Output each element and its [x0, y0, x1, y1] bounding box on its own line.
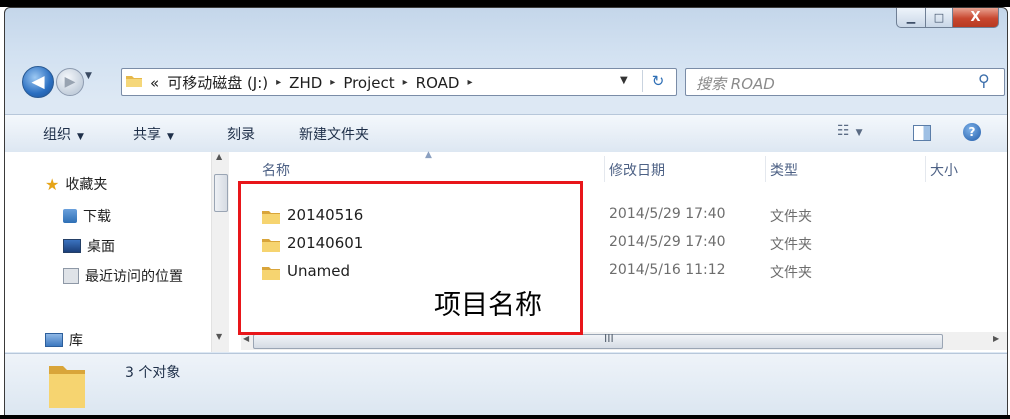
- nav-favorites[interactable]: ★ 收藏夹: [45, 174, 107, 194]
- chevron-down-icon: ▼: [77, 132, 84, 142]
- item-count: 3 个对象: [125, 365, 181, 381]
- maximize-button[interactable]: □: [926, 8, 953, 28]
- file-type: 文件夹: [770, 265, 812, 281]
- column-divider[interactable]: [604, 156, 605, 182]
- forward-arrow-icon: ▶: [64, 74, 76, 90]
- file-modified: 2014/5/29 17:40: [609, 234, 726, 250]
- screenshot: ▁ □ X ◀ ▶ ▼ « 可移动磁盘 (J:) ▸ ZHD ▸ Project…: [0, 0, 1010, 419]
- breadcrumb-drive[interactable]: 可移动磁盘 (J:): [167, 72, 268, 93]
- breadcrumb: « 可移动磁盘 (J:) ▸ ZHD ▸ Project ▸ ROAD ▸: [150, 72, 472, 93]
- search-box[interactable]: 搜索 ROAD ⚲: [685, 68, 1005, 96]
- bottom-border: [0, 415, 1010, 419]
- details-pane: 3 个对象: [5, 353, 1007, 416]
- view-list-icon: ☷: [837, 123, 850, 139]
- recent-places-icon: [63, 268, 79, 284]
- file-type: 文件夹: [770, 209, 812, 225]
- nav-libraries-label: 库: [69, 333, 83, 349]
- nav-desktop-label: 桌面: [87, 239, 115, 255]
- scroll-right-icon[interactable]: ▶: [993, 334, 999, 343]
- top-border: [0, 0, 1010, 7]
- chevron-down-icon: ▼: [167, 132, 174, 142]
- share-menu[interactable]: 共享 ▼: [133, 124, 174, 144]
- nav-favorites-label: 收藏夹: [65, 177, 108, 193]
- recent-pages-dropdown[interactable]: ▼: [85, 71, 92, 81]
- column-header-modified[interactable]: 修改日期: [609, 160, 665, 180]
- minimize-button[interactable]: ▁: [896, 8, 926, 28]
- column-divider[interactable]: [765, 156, 766, 182]
- address-bar[interactable]: « 可移动磁盘 (J:) ▸ ZHD ▸ Project ▸ ROAD ▸ ▼ …: [121, 68, 677, 96]
- command-bar: 组织 ▼ 共享 ▼ 刻录 新建文件夹 ☷ ▼ ?: [5, 114, 1007, 153]
- view-options-button[interactable]: ☷ ▼: [837, 123, 862, 139]
- downloads-folder-icon: [63, 209, 77, 223]
- breadcrumb-overflow[interactable]: «: [150, 74, 159, 92]
- window-caption-buttons: ▁ □ X: [896, 8, 999, 28]
- nav-downloads-label: 下载: [83, 209, 111, 225]
- nav-libraries[interactable]: 库: [45, 330, 83, 350]
- search-icon[interactable]: ⚲: [978, 71, 990, 90]
- annotation-label: 项目名称: [434, 290, 542, 321]
- nav-recent-places[interactable]: 最近访问的位置: [63, 266, 183, 286]
- scrollbar-thumb[interactable]: [214, 174, 228, 212]
- column-header-size[interactable]: 大小: [930, 160, 958, 180]
- scrollbar-grip: III: [604, 332, 614, 345]
- refresh-icon: ↻: [651, 72, 665, 90]
- close-button[interactable]: X: [953, 8, 999, 28]
- nav-desktop[interactable]: 桌面: [63, 236, 115, 256]
- search-placeholder: 搜索 ROAD: [696, 75, 775, 93]
- scroll-up-icon[interactable]: ▲: [216, 152, 222, 161]
- burn-button[interactable]: 刻录: [227, 124, 255, 144]
- chevron-down-icon: ▼: [855, 128, 863, 138]
- column-divider[interactable]: [925, 156, 926, 182]
- folder-icon: [126, 76, 142, 87]
- breadcrumb-separator-icon[interactable]: ▸: [403, 77, 408, 88]
- scroll-left-icon[interactable]: ◀: [243, 334, 249, 343]
- column-header-name[interactable]: 名称: [262, 160, 290, 180]
- address-dropdown-icon[interactable]: ▼: [620, 75, 628, 86]
- nav-recent-label: 最近访问的位置: [85, 269, 183, 285]
- column-header-type[interactable]: 类型: [770, 160, 798, 180]
- back-button[interactable]: ◀: [22, 66, 54, 98]
- preview-pane-icon[interactable]: [913, 125, 931, 141]
- sort-ascending-icon: ▲: [425, 150, 432, 160]
- refresh-button[interactable]: ↻: [642, 70, 673, 92]
- forward-button[interactable]: ▶: [56, 68, 84, 96]
- breadcrumb-separator-icon[interactable]: ▸: [330, 77, 335, 88]
- desktop-icon: [63, 239, 81, 253]
- breadcrumb-separator-icon[interactable]: ▸: [276, 77, 281, 88]
- nav-downloads[interactable]: 下载: [63, 206, 111, 226]
- large-folder-icon: [49, 366, 85, 408]
- library-icon: [45, 333, 63, 347]
- breadcrumb-separator-icon[interactable]: ▸: [467, 77, 472, 88]
- breadcrumb-project[interactable]: Project: [343, 74, 394, 92]
- scroll-down-icon[interactable]: ▼: [216, 332, 222, 341]
- star-icon: ★: [45, 174, 60, 194]
- file-modified: 2014/5/29 17:40: [609, 206, 726, 222]
- file-modified: 2014/5/16 11:12: [609, 262, 726, 278]
- navigation-pane: ★ 收藏夹 下载 桌面 最近访问的位置 库: [5, 152, 210, 352]
- organize-menu[interactable]: 组织 ▼: [43, 124, 84, 144]
- file-type: 文件夹: [770, 237, 812, 253]
- navigation-pane-scrollbar[interactable]: ▲ ▼: [211, 152, 229, 352]
- breadcrumb-road[interactable]: ROAD: [416, 74, 460, 92]
- scrollbar-thumb[interactable]: III: [253, 332, 943, 349]
- back-arrow-icon: ◀: [31, 72, 45, 92]
- help-icon[interactable]: ?: [963, 123, 981, 141]
- breadcrumb-zhd[interactable]: ZHD: [289, 74, 322, 92]
- new-folder-button[interactable]: 新建文件夹: [299, 124, 369, 144]
